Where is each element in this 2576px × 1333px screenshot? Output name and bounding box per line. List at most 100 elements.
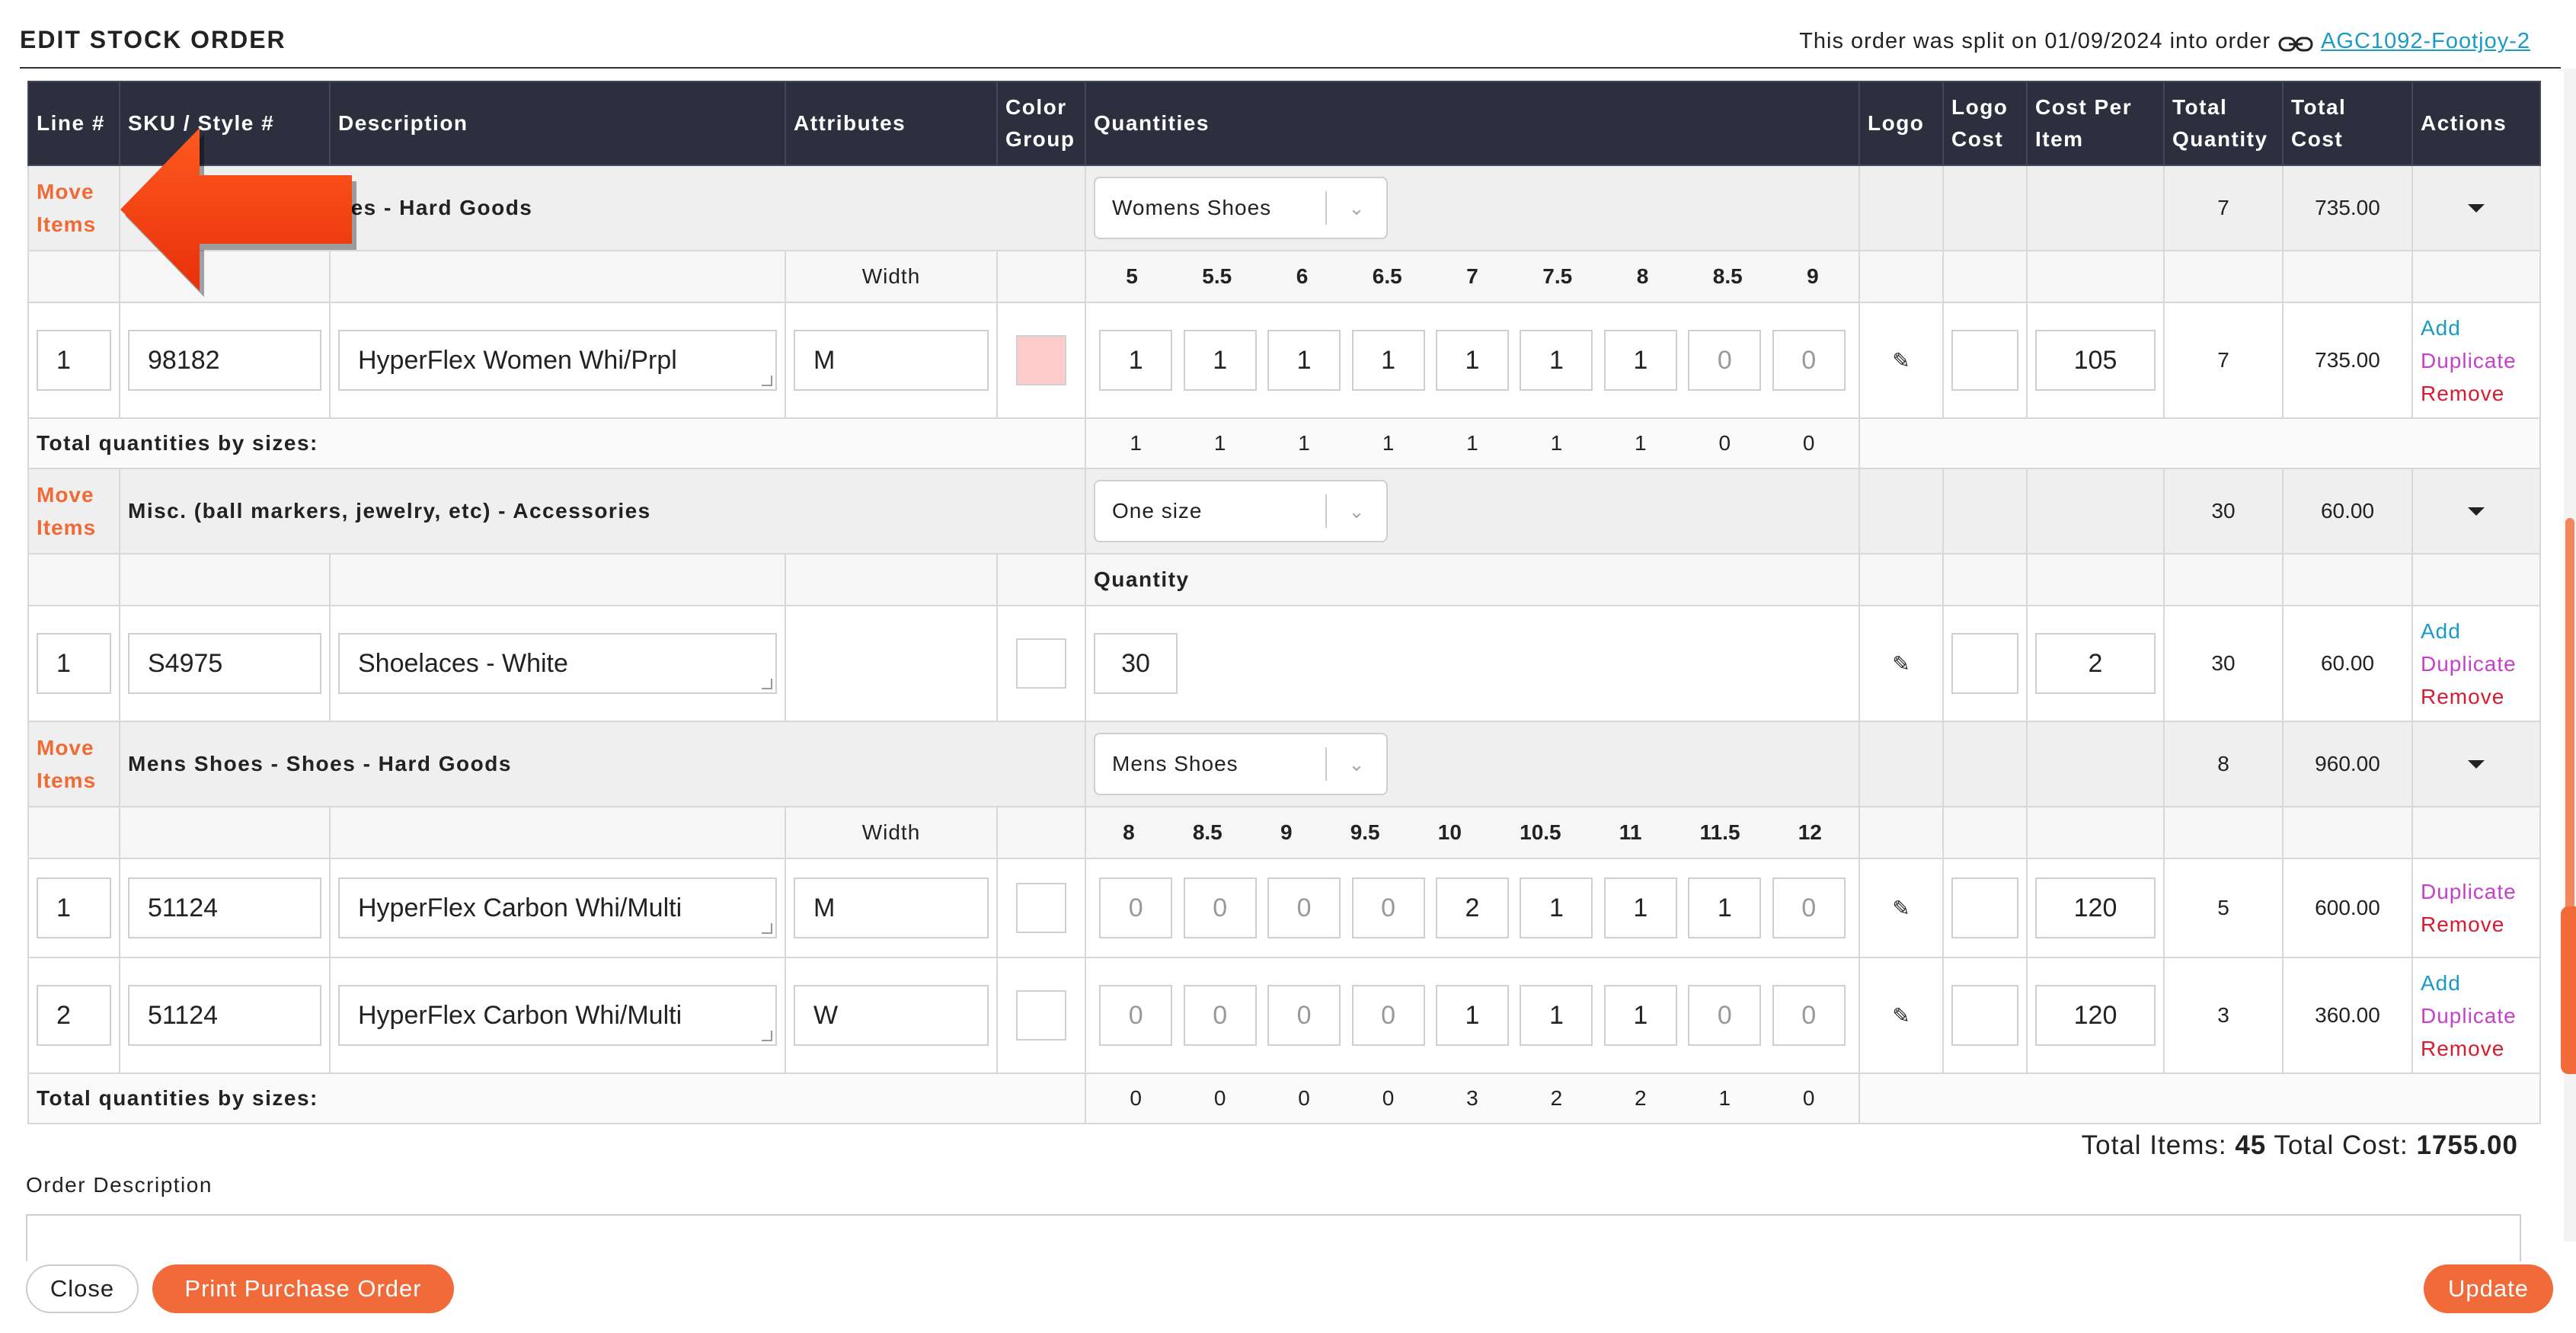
pencil-icon[interactable]: ✎ xyxy=(1858,858,1944,958)
line-number-input[interactable]: 1 xyxy=(37,330,111,391)
add-link[interactable]: Add xyxy=(2421,967,2532,999)
quantity-input[interactable]: 2 xyxy=(1435,877,1509,938)
width-input[interactable]: M xyxy=(794,330,989,391)
color-swatch[interactable] xyxy=(1016,990,1066,1041)
sku-input[interactable]: S4975 xyxy=(128,633,321,694)
width-input[interactable]: M xyxy=(794,877,989,938)
close-button[interactable]: Close xyxy=(26,1264,139,1313)
caret-down-icon[interactable] xyxy=(2468,759,2485,769)
quantity-input[interactable]: 0 xyxy=(1267,985,1341,1046)
pencil-icon[interactable]: ✎ xyxy=(1858,957,1944,1074)
quantity-input[interactable]: 0 xyxy=(1688,330,1762,391)
quantity-input[interactable]: 1 xyxy=(1603,877,1677,938)
quantity-input[interactable]: 0 xyxy=(1183,877,1257,938)
caret-down-icon[interactable] xyxy=(2468,203,2485,213)
pencil-icon[interactable]: ✎ xyxy=(1858,605,1944,722)
order-description-field[interactable] xyxy=(26,1214,2521,1261)
print-purchase-order-button[interactable]: Print Purchase Order xyxy=(152,1264,454,1313)
split-order-link[interactable]: AGC1092-Footjoy-2 xyxy=(2321,29,2530,54)
quantity-input[interactable]: 30 xyxy=(1094,633,1178,694)
quantity-input[interactable]: 1 xyxy=(1183,330,1257,391)
scroll-handle[interactable] xyxy=(2561,906,2576,1074)
row-actions: Add Duplicate Remove xyxy=(2421,312,2532,410)
quantity-input[interactable]: 1 xyxy=(1520,330,1593,391)
add-link[interactable]: Add xyxy=(2421,615,2532,647)
cost-per-item-input[interactable]: 120 xyxy=(2035,985,2156,1046)
size-labels: 8 8.5 9 9.5 10 10.5 11 11.5 12 xyxy=(1094,820,1851,845)
duplicate-link[interactable]: Duplicate xyxy=(2421,647,2532,680)
description-input[interactable]: HyperFlex Carbon Whi/Multi xyxy=(338,985,777,1046)
move-items-link[interactable]: Move Items xyxy=(37,731,111,797)
col-total-cost: Total Cost xyxy=(2282,81,2413,166)
order-description-label: Order Description xyxy=(26,1173,213,1197)
quantity-input[interactable]: 0 xyxy=(1772,877,1846,938)
logo-cost-input[interactable] xyxy=(1951,877,2018,938)
add-link[interactable]: Add xyxy=(2421,312,2532,344)
remove-link[interactable]: Remove xyxy=(2421,1032,2532,1065)
row-actions: Add Duplicate Remove xyxy=(2421,615,2532,713)
color-swatch[interactable] xyxy=(1016,883,1066,933)
group-total-cost: 735.00 xyxy=(2282,165,2413,251)
description-input[interactable]: HyperFlex Carbon Whi/Multi xyxy=(338,877,777,938)
size-label: 11 xyxy=(1619,820,1642,844)
color-swatch[interactable] xyxy=(1016,638,1066,689)
cost-per-item-input[interactable]: 2 xyxy=(2035,633,2156,694)
quantity-input[interactable]: 0 xyxy=(1351,877,1425,938)
select-value: Womens Shoes xyxy=(1112,196,1272,219)
size-label: 8 xyxy=(1636,264,1649,288)
category-name: Misc. (ball markers, jewelry, etc) - Acc… xyxy=(128,499,651,523)
color-swatch[interactable] xyxy=(1016,335,1066,385)
duplicate-link[interactable]: Duplicate xyxy=(2421,344,2532,377)
order-totals: Total Items: 45 Total Cost: 1755.00 xyxy=(2082,1130,2518,1161)
logo-cost-input[interactable] xyxy=(1951,633,2018,694)
duplicate-link[interactable]: Duplicate xyxy=(2421,875,2532,908)
remove-link[interactable]: Remove xyxy=(2421,908,2532,941)
quantity-input[interactable]: 0 xyxy=(1099,985,1173,1046)
line-number-input[interactable]: 2 xyxy=(37,985,111,1046)
move-items-link[interactable]: Move Items xyxy=(37,175,111,241)
quantity-input[interactable]: 1 xyxy=(1351,330,1425,391)
size-group-select[interactable]: Mens Shoes ⌄ xyxy=(1094,733,1388,795)
totals-by-size-row: Total quantities by sizes: 1 1 1 1 1 1 1 0 0 xyxy=(27,417,2541,469)
quantity-input[interactable]: 1 xyxy=(1520,877,1593,938)
quantity-input[interactable]: 1 xyxy=(1435,985,1509,1046)
update-button[interactable]: Update xyxy=(2424,1264,2553,1313)
size-group-select[interactable]: Womens Shoes ⌄ xyxy=(1094,177,1388,239)
remove-link[interactable]: Remove xyxy=(2421,680,2532,713)
quantity-input[interactable]: 1 xyxy=(1603,985,1677,1046)
description-input[interactable]: HyperFlex Women Whi/Prpl xyxy=(338,330,777,391)
pencil-icon[interactable]: ✎ xyxy=(1858,302,1944,419)
cost-per-item-input[interactable]: 120 xyxy=(2035,877,2156,938)
width-input[interactable]: W xyxy=(794,985,989,1046)
quantity-input[interactable]: 1 xyxy=(1267,330,1341,391)
quantity-input[interactable]: 0 xyxy=(1772,985,1846,1046)
size-group-select[interactable]: One size ⌄ xyxy=(1094,480,1388,542)
quantity-input[interactable]: 0 xyxy=(1267,877,1341,938)
sku-input[interactable]: 51124 xyxy=(128,877,321,938)
sku-input[interactable]: 98182 xyxy=(128,330,321,391)
totals-label: Total quantities by sizes: xyxy=(37,1086,318,1110)
logo-cost-input[interactable] xyxy=(1951,985,2018,1046)
quantity-input[interactable]: 0 xyxy=(1351,985,1425,1046)
quantity-input[interactable]: 1 xyxy=(1520,985,1593,1046)
quantity-input[interactable]: 1 xyxy=(1688,877,1762,938)
quantity-input[interactable]: 0 xyxy=(1183,985,1257,1046)
quantity-input[interactable]: 1 xyxy=(1435,330,1509,391)
quantity-input[interactable]: 1 xyxy=(1099,330,1173,391)
line-number-input[interactable]: 1 xyxy=(37,877,111,938)
quantity-input[interactable]: 0 xyxy=(1772,330,1846,391)
quantity-input[interactable]: 0 xyxy=(1688,985,1762,1046)
line-total-quantity: 3 xyxy=(2163,957,2284,1074)
cost-per-item-input[interactable]: 105 xyxy=(2035,330,2156,391)
quantity-input[interactable]: 1 xyxy=(1603,330,1677,391)
sku-input[interactable]: 51124 xyxy=(128,985,321,1046)
caret-down-icon[interactable] xyxy=(2468,507,2485,516)
duplicate-link[interactable]: Duplicate xyxy=(2421,999,2532,1032)
line-number-input[interactable]: 1 xyxy=(37,633,111,694)
move-items-link[interactable]: Move Items xyxy=(37,478,111,544)
size-total: 0 xyxy=(1718,431,1731,455)
quantity-input[interactable]: 0 xyxy=(1099,877,1173,938)
logo-cost-input[interactable] xyxy=(1951,330,2018,391)
remove-link[interactable]: Remove xyxy=(2421,377,2532,410)
description-input[interactable]: Shoelaces - White xyxy=(338,633,777,694)
